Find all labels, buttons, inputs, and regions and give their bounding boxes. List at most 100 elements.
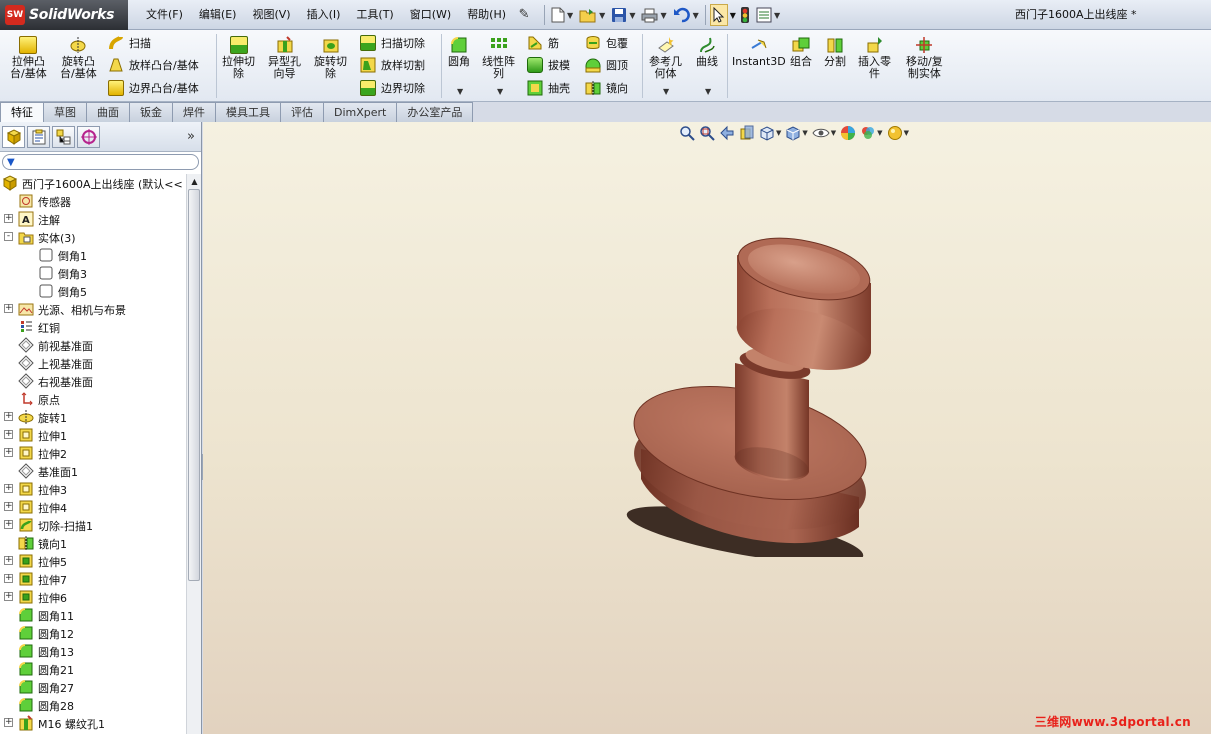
tab-feature-manager[interactable] [2,125,25,148]
save-button[interactable]: ▼ [609,4,637,26]
tree-item[interactable]: 镜向1 [0,534,186,552]
tree-expand-icon[interactable]: + [4,556,13,565]
menu-help[interactable]: 帮助(H) [459,0,514,30]
previous-view-button[interactable] [719,125,735,141]
rib-button[interactable]: 筋 [527,34,559,52]
chevron-down-icon[interactable]: ▼ [877,129,882,137]
pin-icon[interactable]: ✎ [516,7,532,23]
tab-6[interactable]: 评估 [280,102,324,122]
tree-item[interactable]: + 拉伸6 [0,588,186,606]
undo-button[interactable]: ▼ [671,4,701,26]
mirror-button[interactable]: 镜向 [585,79,628,97]
tree-expand-icon[interactable]: + [4,718,13,727]
menu-file[interactable]: 文件(F) [138,0,191,30]
sweep-button[interactable]: 扫描 [108,34,151,52]
chevron-down-icon[interactable]: ▼ [567,11,573,20]
curves-button[interactable]: 曲线 [696,36,718,68]
select-button[interactable] [709,4,728,26]
tree-item[interactable]: 红铜 [0,318,186,336]
zoom-to-fit-button[interactable] [679,125,695,141]
tree-item[interactable]: 前视基准面 [0,336,186,354]
tree-item[interactable]: + A 注解 [0,210,186,228]
view-orientation-button[interactable]: ▼ [759,125,781,141]
chevron-down-icon[interactable]: ▼ [904,129,909,137]
tree-item[interactable]: + 拉伸7 [0,570,186,588]
rebuild-button[interactable] [738,4,752,26]
tree-item[interactable]: 基准面1 [0,462,186,480]
scrollbar-thumb[interactable] [188,189,200,581]
chevron-down-icon[interactable]: ▼ [497,87,503,96]
open-button[interactable]: ▼ [577,4,607,26]
menu-tools[interactable]: 工具(T) [348,0,401,30]
sweep-cut-button[interactable]: 扫描切除 [360,34,425,52]
graphics-area[interactable]: ▼ ▼ ▼ ▼ ▼ 三维网www.3dportal.cn [203,122,1211,734]
chevron-down-icon[interactable]: ▼ [730,11,736,20]
tree-expand-icon[interactable]: + [4,484,13,493]
tree-item[interactable]: + 拉伸4 [0,498,186,516]
tree-item[interactable]: + 拉伸5 [0,552,186,570]
apply-scene-button[interactable]: ▼ [860,125,883,141]
print-button[interactable]: ▼ [639,4,668,26]
shell-button[interactable]: 抽壳 [527,79,570,97]
scroll-up-icon[interactable]: ▲ [187,174,202,189]
boundary-boss-button[interactable]: 边界凸台/基体 [108,79,199,97]
revolve-boss-button[interactable]: 旋转凸 台/基体 [60,36,97,80]
chevron-down-icon[interactable]: ▼ [693,11,699,20]
section-view-button[interactable] [739,125,755,141]
draft-button[interactable]: 拔模 [527,56,570,74]
tree-scrollbar[interactable]: ▲ [186,174,201,734]
tab-0[interactable]: 特征 [0,102,44,123]
chevron-down-icon[interactable]: ▼ [774,11,780,20]
tree-item[interactable]: + 拉伸3 [0,480,186,498]
tree-item[interactable]: 倒角5 [0,282,186,300]
tree-item[interactable]: 圆角11 [0,606,186,624]
tree-expand-icon[interactable]: + [4,304,13,313]
tab-5[interactable]: 模具工具 [215,102,281,122]
tree-item[interactable]: + 光源、相机与布景 [0,300,186,318]
menu-window[interactable]: 窗口(W) [402,0,459,30]
instant3d-button[interactable]: Instant3D [732,36,786,68]
tree-expand-icon[interactable]: + [4,430,13,439]
loft-boss-button[interactable]: 放样凸台/基体 [108,56,199,74]
tree-item[interactable]: + 旋转1 [0,408,186,426]
tab-3[interactable]: 钣金 [129,102,173,122]
tab-2[interactable]: 曲面 [86,102,130,122]
tree-item[interactable]: 右视基准面 [0,372,186,390]
tree-expand-icon[interactable]: + [4,574,13,583]
revolve-cut-button[interactable]: 旋转切 除 [314,36,347,80]
chevron-down-icon[interactable]: ▼ [599,11,605,20]
loft-cut-button[interactable]: 放样切割 [360,56,425,74]
tree-item[interactable]: 上视基准面 [0,354,186,372]
tree-item[interactable]: + M16 螺纹孔1 [0,714,186,732]
tree-item[interactable]: - 实体(3) [0,228,186,246]
tree-item[interactable]: 传感器 [0,192,186,210]
view-settings-button[interactable]: ▼ [887,125,909,141]
dome-button[interactable]: 圆顶 [585,56,628,74]
chevron-down-icon[interactable]: ▼ [831,129,836,137]
extrude-boss-button[interactable]: 拉伸凸 台/基体 [10,36,47,80]
hole-wizard-button[interactable]: 异型孔 向导 [268,36,301,80]
move-copy-body-button[interactable]: 移动/复 制实体 [906,36,943,80]
split-button[interactable]: 分割 [824,36,846,68]
hide-show-items-button[interactable]: ▼ [812,126,836,140]
tree-item[interactable]: 圆角12 [0,624,186,642]
menu-view[interactable]: 视图(V) [244,0,298,30]
tree-item[interactable]: + 切除-扫描1 [0,516,186,534]
tree-item[interactable]: + 拉伸2 [0,444,186,462]
chevron-down-icon[interactable]: ▼ [663,87,669,96]
chevron-down-icon[interactable]: ▼ [776,129,781,137]
tree-expand-icon[interactable]: + [4,502,13,511]
tree-collapse-icon[interactable]: - [4,232,13,241]
options-button[interactable]: ▼ [754,4,782,26]
tree-item[interactable]: 圆角27 [0,678,186,696]
expand-panel-button[interactable]: » [187,129,195,144]
part-model-render[interactable] [623,217,883,557]
chevron-down-icon[interactable]: ▼ [705,87,711,96]
tree-item[interactable]: 倒角1 [0,246,186,264]
tab-property-manager[interactable] [27,125,50,148]
extrude-cut-button[interactable]: 拉伸切 除 [222,36,255,80]
chevron-down-icon[interactable]: ▼ [457,87,463,96]
chevron-down-icon[interactable]: ▼ [629,11,635,20]
insert-part-button[interactable]: 插入零 件 [858,36,891,80]
tree-item[interactable]: 圆角21 [0,660,186,678]
